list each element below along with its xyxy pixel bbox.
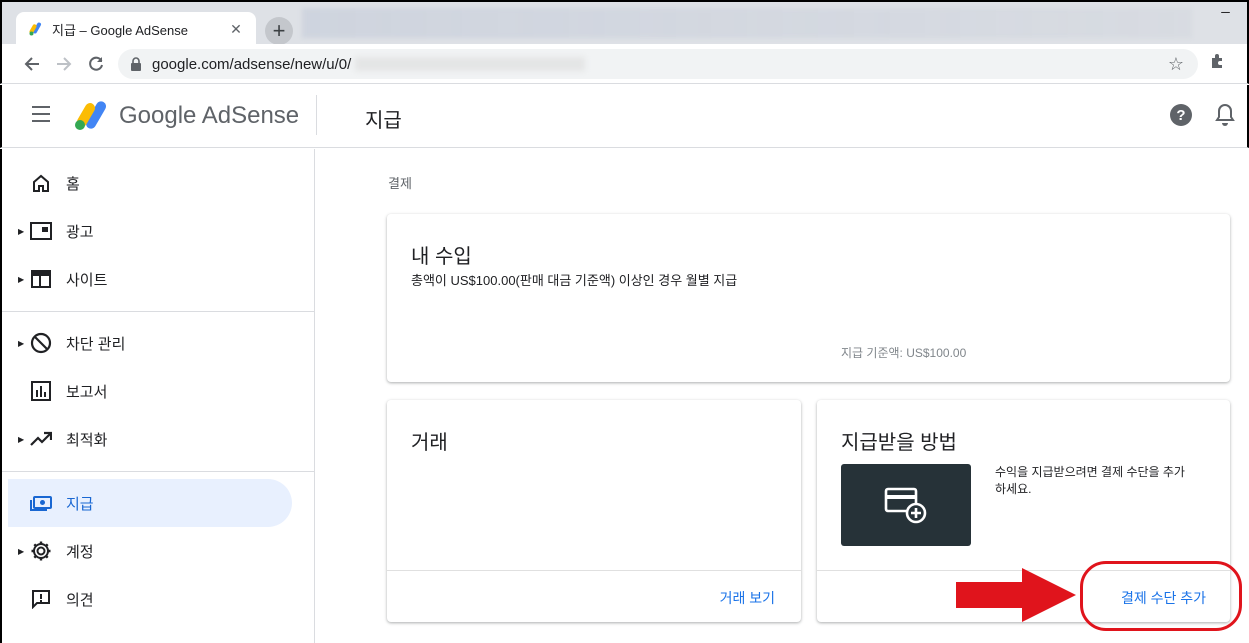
payment-method-description: 수익을 지급받으려면 결제 수단을 추가하세요.: [995, 465, 1185, 496]
sidebar-item-feedback[interactable]: 의견: [2, 575, 292, 623]
brand-name: Google AdSense: [119, 102, 299, 130]
sidebar-item-ads[interactable]: ▶ 광고: [2, 207, 292, 255]
home-icon: [30, 172, 52, 194]
sidebar-divider: [2, 311, 315, 312]
brand-adsense: AdSense: [201, 102, 300, 129]
breadcrumb: 결제: [388, 176, 412, 191]
sidebar-item-label: 사이트: [66, 271, 108, 289]
reports-icon: [30, 380, 52, 402]
transactions-card: 거래 거래 보기: [387, 400, 801, 622]
help-icon[interactable]: ?: [1170, 104, 1192, 126]
card-divider: [387, 570, 801, 571]
gear-icon: [30, 540, 52, 562]
sidebar-item-reports[interactable]: 보고서: [2, 367, 292, 415]
browser-tab-bar: 지급 – Google AdSense ✕ + ─: [0, 0, 1249, 46]
page-title: 지급: [365, 110, 402, 132]
earnings-title: 내 수입: [411, 246, 472, 268]
minimize-window-button[interactable]: ─: [1202, 2, 1249, 22]
notifications-bell-icon[interactable]: [1214, 103, 1236, 127]
main-menu-icon[interactable]: [32, 106, 52, 126]
sidebar-item-label: 보고서: [66, 383, 108, 401]
payments-icon: [30, 492, 52, 514]
url-bar[interactable]: google.com/adsense/new/u/0/ ☆: [118, 49, 1198, 79]
new-tab-button[interactable]: +: [265, 17, 293, 45]
earnings-description: 총액이 US$100.00(판매 대금 기준액) 이상인 경우 월별 지급: [411, 273, 738, 288]
expand-arrow-icon: ▶: [18, 226, 25, 236]
url-text: google.com/adsense/new/u/0/: [152, 55, 352, 73]
add-card-illustration: [841, 464, 971, 546]
close-tab-icon[interactable]: ✕: [228, 21, 244, 38]
ads-icon: [30, 220, 52, 242]
trending-up-icon: [30, 428, 52, 450]
adsense-logo-icon: [75, 101, 106, 130]
payment-method-title: 지급받을 방법: [841, 432, 957, 454]
transactions-title: 거래: [411, 432, 448, 454]
sidebar-item-payments[interactable]: 지급: [8, 479, 292, 527]
payment-threshold: 지급 기준액: US$100.00: [841, 346, 967, 360]
header-divider: [316, 95, 317, 135]
bookmark-star-icon[interactable]: ☆: [1168, 54, 1184, 75]
app-header: Google AdSense 지급 ?: [0, 85, 1249, 148]
earnings-card: 내 수입 총액이 US$100.00(판매 대금 기준액) 이상인 경우 월별 …: [387, 214, 1230, 382]
view-transactions-link[interactable]: 거래 보기: [720, 588, 775, 608]
sidebar-item-label: 계정: [66, 543, 94, 561]
feedback-icon: [30, 588, 52, 610]
sidebar-item-label: 광고: [66, 223, 94, 241]
expand-arrow-icon: ▶: [18, 274, 25, 284]
sidebar-item-label: 최적화: [66, 431, 108, 449]
sidebar-item-label: 홈: [66, 175, 80, 193]
blurred-background-region: [302, 8, 1192, 38]
tab-title: 지급 – Google AdSense: [52, 22, 188, 38]
lock-icon: [131, 57, 141, 71]
adsense-favicon-icon: [29, 22, 41, 36]
block-icon: [30, 332, 52, 354]
sidebar-divider: [2, 471, 315, 472]
sidebar-item-label: 의견: [66, 591, 94, 609]
expand-arrow-icon: ▶: [18, 434, 25, 444]
sidebar: 홈 ▶ 광고 ▶ 사이트 ▶ 차단 관리 보고서 ▶ 최적화 지급 ▶ 계정 의…: [0, 149, 315, 643]
forward-arrow-icon[interactable]: [52, 52, 76, 76]
sidebar-item-label: 차단 관리: [66, 335, 126, 353]
url-redacted-region: [355, 57, 586, 71]
sidebar-item-block-controls[interactable]: ▶ 차단 관리: [2, 319, 292, 367]
sidebar-item-home[interactable]: 홈: [2, 159, 292, 207]
sites-icon: [30, 268, 52, 290]
sidebar-item-sites[interactable]: ▶ 사이트: [2, 255, 292, 303]
credit-card-add-icon: [884, 487, 927, 524]
red-arrow-annotation-icon: [956, 568, 1076, 622]
sidebar-item-optimization[interactable]: ▶ 최적화: [2, 415, 292, 463]
brand-google: Google: [119, 102, 197, 129]
address-bar-row: google.com/adsense/new/u/0/ ☆: [0, 44, 1249, 84]
back-arrow-icon[interactable]: [20, 52, 44, 76]
sidebar-item-account[interactable]: ▶ 계정: [2, 527, 292, 575]
expand-arrow-icon: ▶: [18, 546, 25, 556]
reload-icon[interactable]: [84, 52, 108, 76]
expand-arrow-icon: ▶: [18, 338, 25, 348]
extensions-puzzle-icon[interactable]: [1209, 52, 1227, 70]
browser-tab[interactable]: 지급 – Google AdSense ✕: [16, 12, 256, 46]
red-highlight-oval: [1080, 561, 1242, 631]
sidebar-item-label: 지급: [66, 495, 94, 513]
